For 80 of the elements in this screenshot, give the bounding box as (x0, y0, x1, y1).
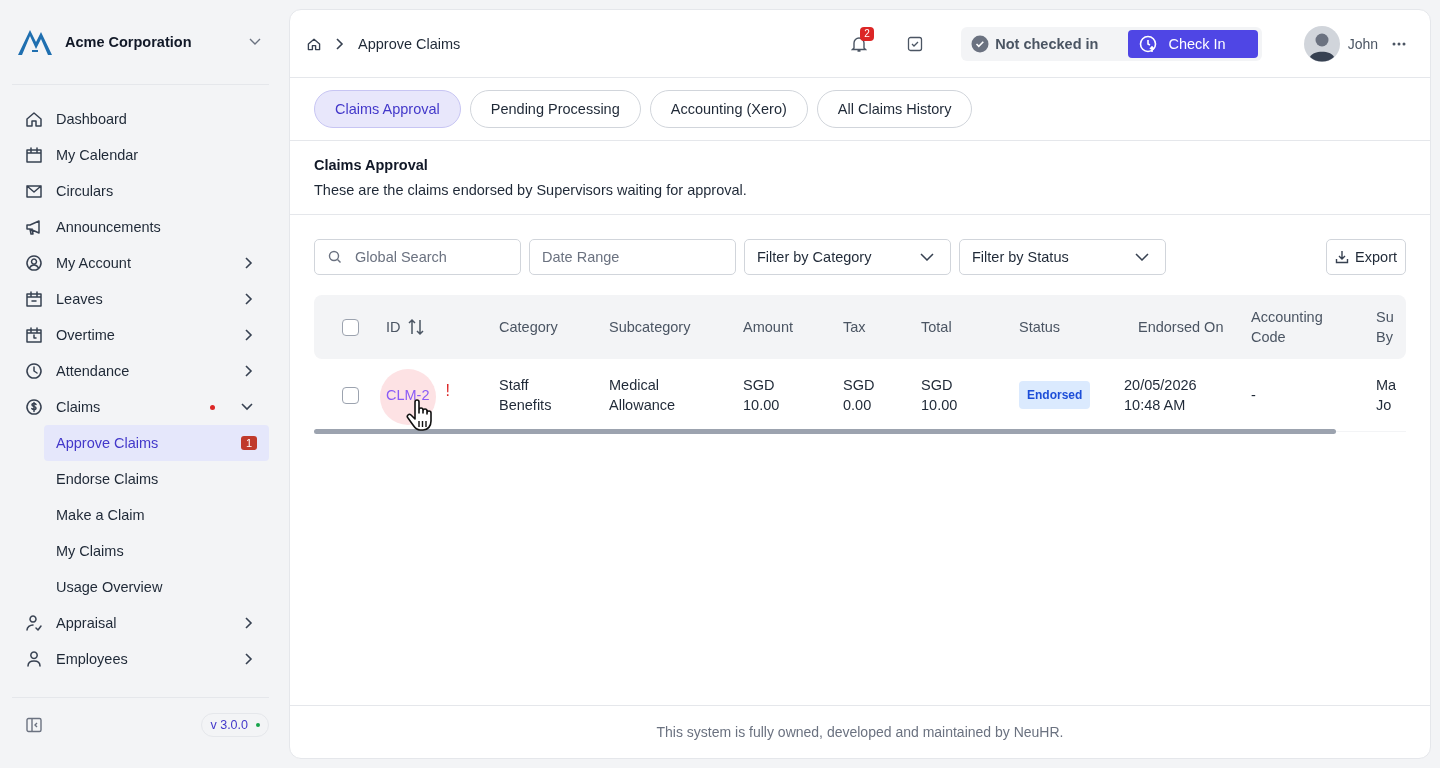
table-cell-text: Ma Jo (1376, 376, 1398, 415)
column-header[interactable]: ID (386, 317, 401, 337)
tab[interactable]: All Claims History (816, 90, 973, 128)
sidebar-item[interactable]: Overtime (12, 317, 269, 353)
user-name: John (1347, 35, 1378, 52)
chevron-right-icon (336, 37, 344, 50)
table-cell-text: SGD 0.00 (843, 376, 876, 415)
check-in-status: Not checked in (995, 35, 1099, 52)
submenu-item[interactable]: Make a Claim (44, 497, 269, 533)
sidebar-item[interactable]: My Account (12, 245, 269, 281)
table-cell-text: - (1251, 386, 1256, 405)
sidebar-item[interactable]: Claims (12, 389, 269, 425)
sidebar-item[interactable]: My Calendar (12, 137, 269, 173)
sidebar-item[interactable]: Announcements (12, 209, 269, 245)
submenu-item[interactable]: Usage Overview (44, 569, 269, 605)
horizontal-scrollbar[interactable] (314, 429, 1336, 434)
column-header: Endorsed On (1138, 318, 1224, 337)
sort-icon[interactable] (406, 318, 425, 336)
download-icon (1335, 250, 1350, 264)
count-badge: 1 (240, 436, 257, 450)
column-header: Status (1019, 318, 1061, 337)
column-header: Amount (743, 318, 793, 337)
user-avatar[interactable] (1303, 25, 1340, 62)
more-icon[interactable] (1392, 41, 1406, 46)
claim-id-link[interactable]: CLM-2 (386, 385, 430, 405)
search-icon (328, 250, 342, 264)
tab[interactable]: Pending Processing (469, 90, 641, 128)
sidebar-item[interactable]: Attendance (12, 353, 269, 389)
company-name: Acme Corporation (65, 34, 193, 50)
column-header: Su By (1376, 308, 1395, 347)
submenu-item[interactable]: My Claims (44, 533, 269, 569)
date-range-field[interactable]: Date Range (529, 239, 736, 275)
user-icon (24, 649, 44, 669)
chevron-down-icon (1135, 253, 1149, 261)
check-circle-icon (971, 34, 990, 53)
table-cell-text: Medical Allowance (609, 376, 677, 415)
table-cell-text: SGD 10.00 (743, 376, 781, 415)
warning-mark: ! (445, 381, 450, 401)
calendar-icon (24, 289, 44, 309)
row-checkbox[interactable] (341, 386, 359, 404)
sidebar-item[interactable]: Circulars (12, 173, 269, 209)
column-header: Accounting Code (1251, 308, 1324, 347)
chevron-down-icon (920, 253, 934, 261)
collapse-sidebar-icon[interactable] (26, 717, 42, 733)
footer-text: This system is fully owned, developed and maintained by NeuHR. (290, 705, 1430, 758)
category-dropdown[interactable]: Filter by Category (744, 239, 951, 275)
search-field[interactable]: Global Search (314, 239, 521, 275)
clock-icon (24, 361, 44, 381)
submenu-item[interactable]: Approve Claims 1 (44, 425, 269, 461)
sidebar-item[interactable]: Appraisal (12, 605, 269, 641)
dollar-icon (24, 397, 44, 417)
chevron-down-icon[interactable] (249, 38, 261, 46)
sidebar-item[interactable]: Dashboard (12, 101, 269, 137)
user-check-icon (24, 613, 44, 633)
check-in-button[interactable]: Check In (1128, 29, 1258, 58)
section-description: These are the claims endorsed by Supervisors waiting for approval. (314, 182, 748, 198)
sidebar-item[interactable]: Employees (12, 641, 269, 677)
column-header: Tax (843, 318, 866, 337)
calendar-icon (24, 145, 44, 165)
table-cell-text: SGD 10.00 (921, 376, 959, 415)
clock-icon (1138, 33, 1159, 54)
calendar-clock-icon (24, 325, 44, 345)
status-badge: Endorsed (1019, 381, 1091, 409)
section-title: Claims Approval (314, 157, 429, 173)
export-button[interactable]: Export (1326, 239, 1406, 275)
table-cell-text: 20/05/2026 10:48 AM (1124, 376, 1198, 415)
notification-count: 2 (860, 26, 874, 41)
checkbox-icon[interactable] (907, 35, 924, 52)
column-header: Category (499, 318, 558, 337)
tab[interactable]: Accounting (Xero) (649, 90, 808, 128)
select-all-checkbox[interactable] (341, 318, 359, 336)
column-header: Total (921, 318, 952, 337)
submenu-item[interactable]: Endorse Claims (44, 461, 269, 497)
tab[interactable]: Claims Approval (314, 90, 461, 128)
home-icon (24, 109, 44, 129)
sidebar-item[interactable]: Leaves (12, 281, 269, 317)
table-cell-text: Staff Benefits (499, 376, 553, 415)
breadcrumb-item: Approve Claims (358, 35, 461, 52)
column-header: Subcategory (609, 318, 691, 337)
status-dropdown[interactable]: Filter by Status (959, 239, 1166, 275)
